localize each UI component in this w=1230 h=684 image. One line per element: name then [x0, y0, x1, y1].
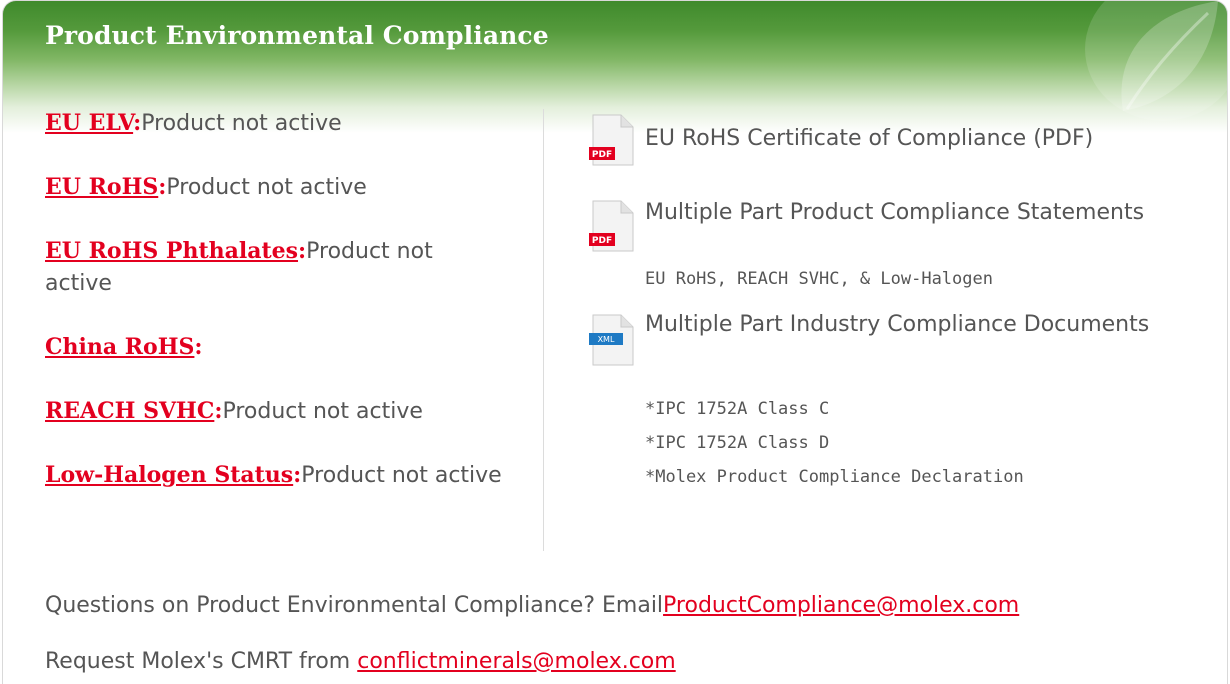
low-halogen-status-link[interactable]: Low-Halogen Status — [45, 462, 293, 488]
eu-rohs-phthalates-link[interactable]: EU RoHS Phthalates — [45, 238, 298, 264]
pdf-file-icon: PDF — [589, 114, 634, 166]
xml-file-icon: XML — [589, 314, 634, 366]
reach-svhc-link[interactable]: REACH SVHC — [45, 398, 214, 424]
conflict-minerals-email-link[interactable]: conflictminerals@molex.com — [357, 649, 675, 674]
cmrt-text: Request Molex's CMRT from — [45, 649, 358, 674]
compliance-item-low-halogen: Low-Halogen Status:Product not active — [45, 462, 502, 488]
product-compliance-statements-link[interactable]: Multiple Part Product Compliance Stateme… — [645, 197, 1205, 229]
compliance-item-china-rohs: China RoHS: — [45, 334, 203, 360]
compliance-item-eu-elv: EU ELV:Product not active — [45, 110, 342, 136]
industry-doc-ipc-class-d: *IPC 1752A Class D — [645, 433, 830, 453]
eu-rohs-status: Product not active — [166, 175, 367, 200]
svg-text:PDF: PDF — [592, 150, 612, 160]
low-halogen-status: Product not active — [301, 463, 502, 488]
eu-rohs-link[interactable]: EU RoHS — [45, 174, 158, 200]
rohs-certificate-link[interactable]: EU RoHS Certificate of Compliance (PDF) — [645, 123, 1205, 155]
product-compliance-email-link[interactable]: ProductCompliance@molex.com — [663, 593, 1019, 618]
industry-doc-ipc-class-c: *IPC 1752A Class C — [645, 399, 830, 419]
compliance-item-reach-svhc: REACH SVHC:Product not active — [45, 398, 423, 424]
compliance-list: EU ELV:Product not active EU RoHS:Produc… — [45, 107, 505, 555]
eu-elv-link[interactable]: EU ELV — [45, 110, 133, 136]
cmrt-line: Request Molex's CMRT from conflictminera… — [45, 649, 676, 674]
compliance-item-eu-rohs: EU RoHS:Product not active — [45, 174, 367, 200]
leaf-watermark-icon — [1085, 1, 1227, 121]
svg-text:XML: XML — [598, 335, 615, 344]
compliance-item-eu-rohs-phthalates: EU RoHS Phthalates:Product not active — [45, 238, 433, 296]
reach-svhc-status: Product not active — [222, 399, 423, 424]
industry-compliance-link[interactable]: Multiple Part Industry Compliance Docume… — [645, 309, 1205, 341]
product-compliance-statements-subtitle: EU RoHS, REACH SVHC, & Low-Halogen — [645, 269, 993, 289]
questions-line: Questions on Product Environmental Compl… — [45, 593, 1019, 618]
column-divider — [543, 109, 544, 551]
compliance-panel: Product Environmental Compliance EU ELV:… — [2, 0, 1228, 684]
page-title: Product Environmental Compliance — [45, 21, 549, 50]
eu-elv-status: Product not active — [141, 111, 342, 136]
pdf-file-icon: PDF — [589, 200, 634, 252]
china-rohs-link[interactable]: China RoHS — [45, 334, 194, 360]
svg-text:PDF: PDF — [592, 236, 612, 246]
industry-doc-molex-declaration: *Molex Product Compliance Declaration — [645, 467, 1024, 487]
questions-text: Questions on Product Environmental Compl… — [45, 593, 664, 618]
